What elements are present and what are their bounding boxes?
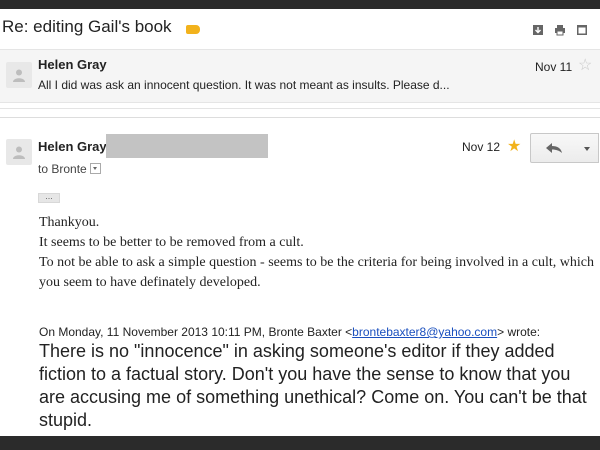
quote-header: On Monday, 11 November 2013 10:11 PM, Br… [39, 325, 540, 339]
body-line: Thankyou. [39, 215, 100, 230]
person-icon [13, 146, 25, 159]
message-date: Nov 11 [535, 60, 573, 74]
sender-name: Helen Gray [38, 57, 107, 72]
star-icon[interactable]: ☆ [578, 58, 592, 74]
quoted-text: There is no "innocence" in asking someon… [39, 341, 587, 430]
message-snippet: All I did was ask an innocent question. … [38, 78, 450, 92]
show-trimmed-content-button[interactable]: ... [38, 192, 60, 203]
avatar [6, 139, 32, 165]
message-date: Nov 12 [462, 140, 501, 154]
quote-header-suffix: > wrote: [497, 325, 541, 339]
body-line: To not be able to ask a simple question … [39, 255, 594, 290]
show-details-dropdown[interactable] [89, 163, 101, 175]
message-body: Thankyou. It seems to be better to be re… [39, 213, 599, 293]
print-icon[interactable] [554, 23, 566, 36]
body-line: It seems to be better to be removed from… [39, 235, 304, 250]
email-subject: Re: editing Gail's book [2, 17, 172, 36]
reply-icon [546, 143, 562, 153]
more-options-button[interactable] [576, 133, 599, 163]
star-icon[interactable]: ★ [507, 139, 521, 155]
person-icon [13, 69, 25, 82]
subject-bar: Re: editing Gail's book [0, 9, 600, 49]
expanded-message: Helen Gray to Bronte Nov 12 ★ ... Thanky… [0, 125, 600, 436]
divider [0, 103, 600, 118]
sender-name: Helen Gray [38, 139, 107, 154]
recipient-label: to Bronte [38, 162, 87, 176]
new-window-icon[interactable] [576, 23, 588, 35]
email-window: Re: editing Gail's book Helen Gray All I… [0, 9, 600, 436]
label-tag-icon[interactable] [186, 25, 200, 34]
quote-email-link[interactable]: brontebaxter8@yahoo.com [352, 325, 497, 339]
collapsed-message[interactable]: Helen Gray All I did was ask an innocent… [0, 49, 600, 103]
avatar [6, 62, 32, 88]
thread-actions [532, 23, 588, 36]
download-icon[interactable] [532, 23, 544, 35]
recipient-line: to Bronte [38, 162, 101, 176]
reply-button[interactable] [530, 133, 578, 163]
quote-header-prefix: On Monday, 11 November 2013 10:11 PM, Br… [39, 325, 353, 339]
redacted-email-box [106, 134, 268, 158]
